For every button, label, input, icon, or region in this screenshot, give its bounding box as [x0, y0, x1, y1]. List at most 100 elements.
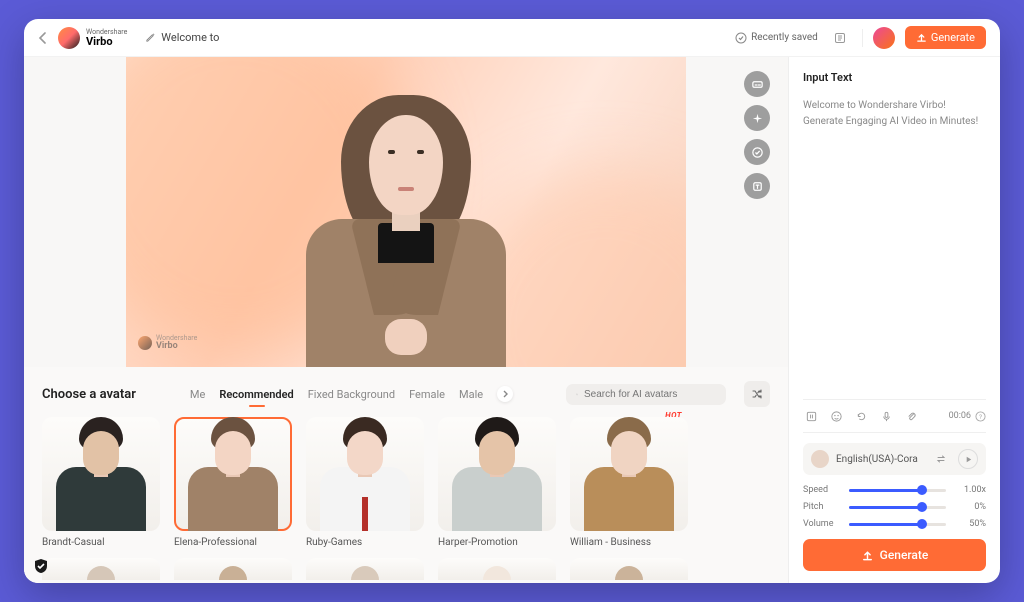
text-icon [751, 180, 764, 193]
pitch-value: 0% [954, 502, 986, 512]
chooser-header: Choose a avatar Me Recommended Fixed Bac… [42, 381, 770, 407]
user-avatar[interactable] [873, 27, 895, 49]
volume-slider[interactable] [849, 523, 946, 526]
chooser-title: Choose a avatar [42, 387, 136, 402]
avatar-thumb[interactable] [42, 417, 160, 531]
avatar-name: William - Business [570, 537, 688, 548]
volume-value: 50% [954, 519, 986, 529]
pitch-slider-row: Pitch 0% [803, 502, 986, 512]
app-window: Wondershare Virbo Welcome to Recently sa… [24, 19, 1000, 583]
swap-icon [935, 453, 947, 465]
project-title[interactable]: Welcome to [145, 31, 219, 44]
avatar-card-peek[interactable] [438, 558, 556, 580]
sparkle-icon [751, 112, 764, 125]
microphone-icon [880, 410, 893, 423]
history-icon [833, 31, 847, 45]
shield-icon [32, 557, 50, 575]
voice-selector[interactable]: English(USA)-Cora [803, 443, 986, 475]
text-tool-row: 00:06 ? [803, 399, 986, 433]
project-title-text: Welcome to [161, 31, 219, 44]
help-icon[interactable]: ? [975, 411, 986, 422]
avatar-grid-row2 [42, 558, 770, 580]
avatar-name: Elena-Professional [174, 537, 292, 548]
saved-status-text: Recently saved [751, 32, 818, 43]
tab-female[interactable]: Female [409, 388, 445, 401]
avatar-card: HOTWilliam - Business [570, 417, 688, 548]
avatar-grid: Brandt-CasualElena-ProfessionalRuby-Game… [42, 417, 770, 548]
main-area: WondershareVirbo [24, 57, 1000, 583]
history-button[interactable] [828, 26, 852, 50]
avatar-thumb[interactable] [306, 417, 424, 531]
voice-sliders: Speed 1.00x Pitch 0% Volume 50% [803, 485, 986, 529]
avatar-chooser: Choose a avatar Me Recommended Fixed Bac… [24, 367, 788, 583]
shuffle-button[interactable] [744, 381, 770, 407]
text-tool[interactable] [744, 173, 770, 199]
avatar-card-peek[interactable] [174, 558, 292, 580]
speed-slider[interactable] [849, 489, 946, 492]
tabs-scroll-right[interactable] [497, 386, 513, 402]
generate-button[interactable]: Generate [803, 539, 986, 571]
avatar-name: Ruby-Games [306, 537, 424, 548]
captions-icon [751, 78, 764, 91]
tab-fixed-background[interactable]: Fixed Background [308, 388, 395, 401]
video-preview[interactable]: WondershareVirbo [126, 57, 686, 367]
back-button[interactable] [38, 32, 48, 44]
saved-status: Recently saved [735, 32, 818, 44]
captions-tool[interactable] [744, 71, 770, 97]
avatar-thumb[interactable] [174, 417, 292, 531]
pitch-slider[interactable] [849, 506, 946, 509]
tab-male[interactable]: Male [459, 388, 483, 401]
paperclip-icon [905, 410, 918, 423]
shuffle-icon [750, 387, 764, 401]
tab-me[interactable]: Me [190, 388, 205, 401]
logo-icon [58, 27, 80, 49]
voice-name: English(USA)-Cora [836, 454, 924, 465]
check-circle-icon [751, 146, 764, 159]
topbar: Wondershare Virbo Welcome to Recently sa… [24, 19, 1000, 57]
face-icon [830, 410, 843, 423]
effects-tool[interactable] [744, 105, 770, 131]
refresh-icon [855, 410, 868, 423]
avatar-card-peek[interactable] [570, 558, 688, 580]
attachment-button[interactable] [903, 408, 919, 424]
pause-icon [805, 410, 818, 423]
microphone-button[interactable] [878, 408, 894, 424]
script-textarea[interactable]: Welcome to Wondershare Virbo! Generate E… [803, 94, 986, 389]
tab-recommended[interactable]: Recommended [219, 388, 293, 401]
refresh-button[interactable] [853, 408, 869, 424]
avatar-card: Ruby-Games [306, 417, 424, 548]
avatar-thumb[interactable] [570, 417, 688, 531]
duration-text: 00:06 [949, 411, 971, 421]
preview-avatar [281, 87, 531, 367]
pause-markup-button[interactable] [803, 408, 819, 424]
speed-slider-row: Speed 1.00x [803, 485, 986, 495]
volume-label: Volume [803, 519, 841, 529]
avatar-search-input[interactable] [584, 389, 716, 400]
svg-text:?: ? [979, 412, 982, 420]
voice-play-button[interactable] [958, 449, 978, 469]
avatar-name: Harper-Promotion [438, 537, 556, 548]
brand-name: Virbo [86, 36, 127, 47]
play-icon [964, 455, 973, 464]
security-badge[interactable] [32, 557, 50, 575]
input-panel: Input Text Welcome to Wondershare Virbo!… [788, 57, 1000, 583]
volume-slider-row: Volume 50% [803, 519, 986, 529]
emotion-button[interactable] [828, 408, 844, 424]
pitch-label: Pitch [803, 502, 841, 512]
approve-tool[interactable] [744, 139, 770, 165]
generate-button-top[interactable]: Generate [905, 26, 986, 49]
checkmark-circle-icon [735, 32, 747, 44]
voice-avatar-icon [811, 450, 829, 468]
voice-swap-button[interactable] [931, 449, 951, 469]
upload-icon [916, 32, 927, 43]
avatar-card-peek[interactable] [306, 558, 424, 580]
app-logo: Wondershare Virbo [58, 27, 127, 49]
avatar-search[interactable] [566, 384, 726, 405]
avatar-tabs: Me Recommended Fixed Background Female M… [190, 386, 513, 402]
canvas-column: WondershareVirbo [24, 57, 788, 583]
avatar-thumb[interactable] [438, 417, 556, 531]
avatar-card: Elena-Professional [174, 417, 292, 548]
speed-value: 1.00x [954, 485, 986, 495]
avatar-card-peek[interactable] [42, 558, 160, 580]
edit-icon [145, 32, 156, 43]
